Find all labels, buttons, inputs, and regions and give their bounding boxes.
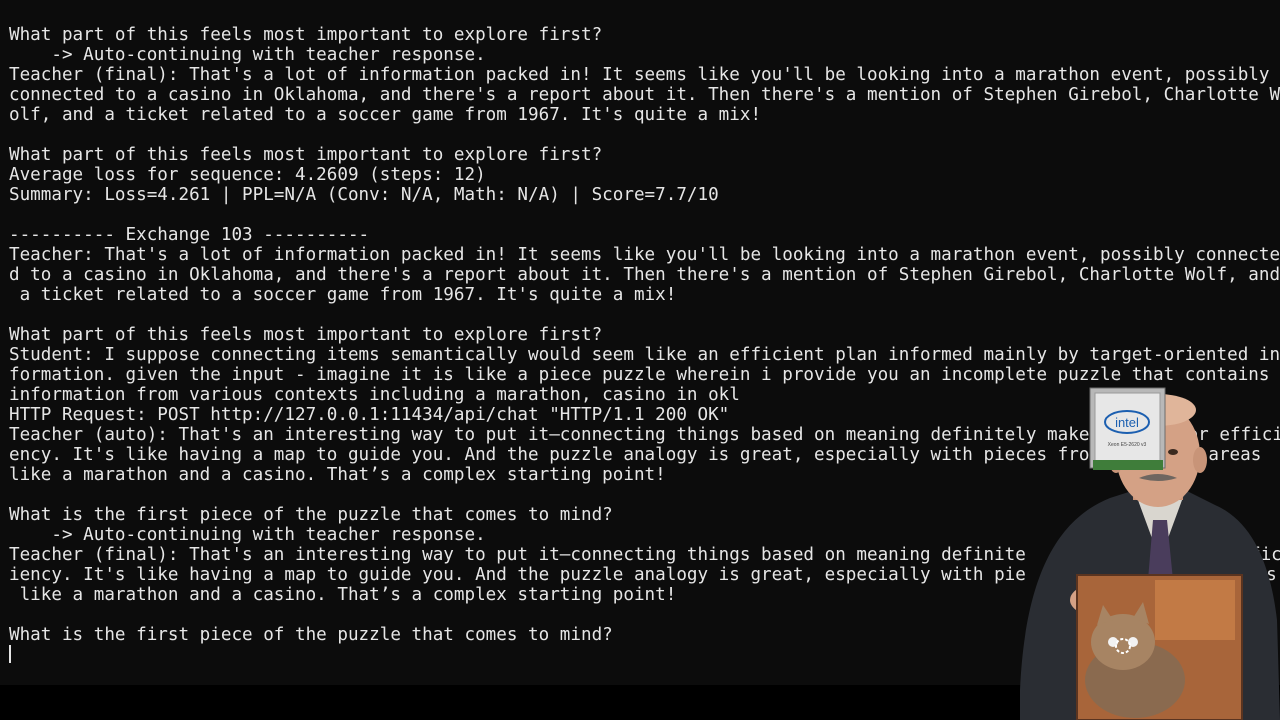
cat-picture [1076, 574, 1243, 720]
terminal-line: olf, and a ticket related to a soccer ga… [9, 105, 762, 125]
terminal-line: What part of this feels most important t… [9, 145, 603, 165]
terminal-line: Summary: Loss=4.261 | PPL=N/A (Conv: N/A… [9, 185, 719, 205]
svg-text:intel: intel [1115, 415, 1139, 430]
terminal-line: a ticket related to a soccer game from 1… [9, 285, 677, 305]
svg-text:Xeon E5-2620 v3: Xeon E5-2620 v3 [1108, 442, 1147, 448]
text-cursor [9, 645, 11, 663]
meme-overlay-image: intel Xeon E5-2620 v3 [1020, 387, 1280, 720]
terminal-line: -> Auto-continuing with teacher response… [9, 45, 486, 65]
terminal-line: Teacher (final): That's a lot of informa… [9, 65, 1270, 85]
terminal-line: connected to a casino in Oklahoma, and t… [9, 85, 1280, 105]
terminal-line: d to a casino in Oklahoma, and there's a… [9, 265, 1280, 285]
terminal-line: Student: I suppose connecting items sema… [9, 345, 1280, 365]
terminal-line: What part of this feels most important t… [9, 325, 603, 345]
terminal-line: What part of this feels most important t… [9, 25, 603, 45]
terminal-line: Average loss for sequence: 4.2609 (steps… [9, 165, 486, 185]
intel-chip-icon: intel Xeon E5-2620 v3 [1089, 387, 1166, 470]
terminal-line: Teacher: That's a lot of information pac… [9, 245, 1280, 265]
terminal-line: ---------- Exchange 103 ---------- [9, 225, 370, 245]
